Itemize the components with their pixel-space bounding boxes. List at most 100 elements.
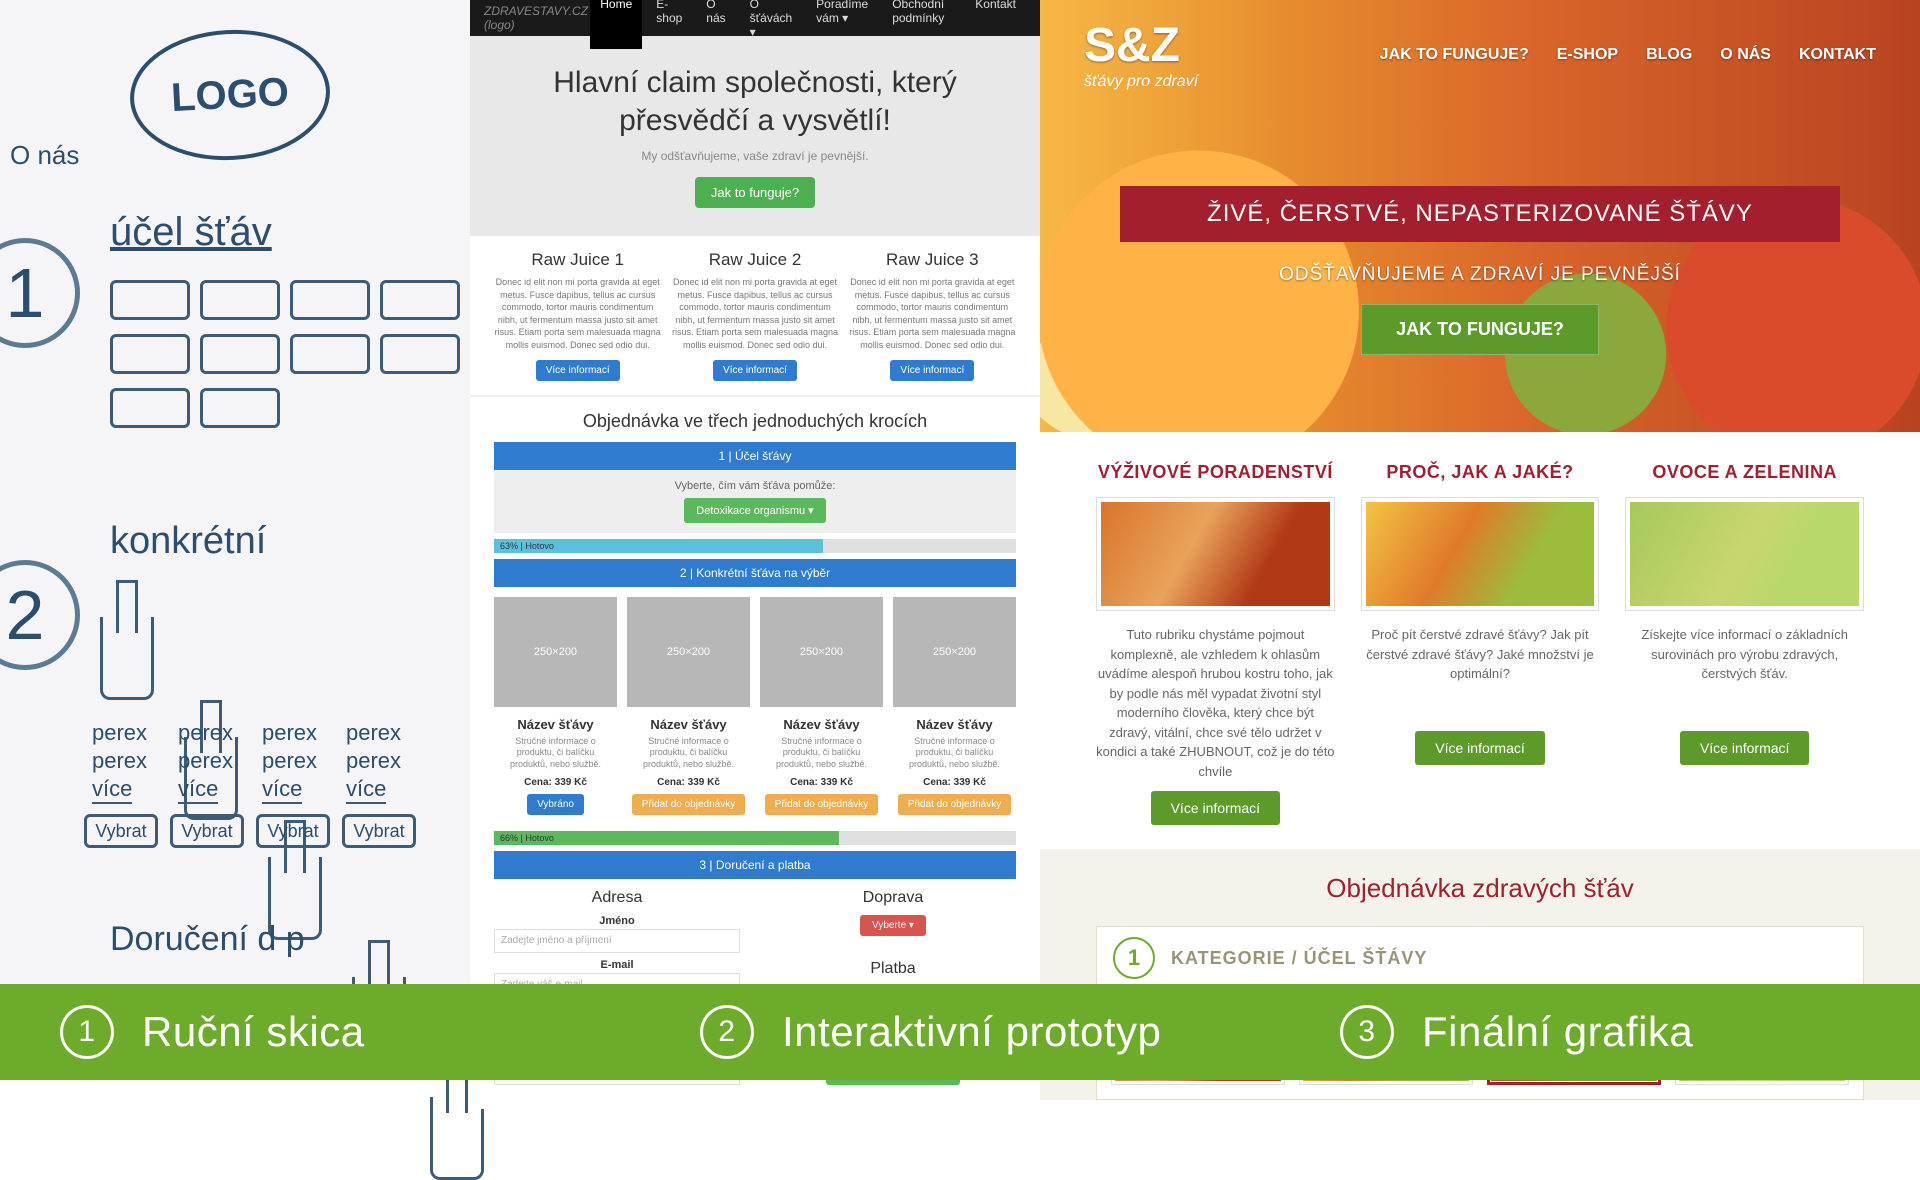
nav-eshop[interactable]: E-shop [646,0,692,49]
step-label: Ruční skica [142,1008,365,1056]
juice-title: Raw Juice 1 [494,250,661,270]
panel-sketch: LOGO O nás 1 účel šťáv 2 konkrétní perex… [0,0,470,984]
sketch-perex: perex [262,720,317,746]
address-title: Adresa [494,889,740,907]
sketch-num-1: 1 [0,238,80,348]
nav-juices[interactable]: O šťávách ▾ [740,0,803,49]
sketch-about: O nás [10,140,79,171]
step-number-icon: 1 [60,1005,114,1059]
col-thumb [1361,497,1600,611]
juice-desc: Donec id elit non mi porta gravida at eg… [494,276,661,352]
sketch-vybrat: Vybrat [170,814,244,848]
sketch-num-2: 2 [0,560,80,670]
col-title: OVOCE A ZELENINA [1625,462,1864,483]
order-title: Objednávka ve třech jednoduchých krocích [494,411,1016,432]
placeholder-image: 250×200 [760,597,883,707]
nav-contact[interactable]: Kontakt [965,0,1026,49]
juice-more-button[interactable]: Více informací [890,360,974,381]
sketch-box [290,334,370,374]
sketch-vice: více [346,776,386,804]
placeholder-image: 250×200 [627,597,750,707]
juice-card: 250×200 Název šťávy Stručné informace o … [494,597,617,815]
juice-more-button[interactable]: Více informací [713,360,797,381]
sketch-delivery: Doručení d p [110,920,305,959]
sketch-perex: perex [346,748,401,774]
card-price: Cena: 339 Kč [760,777,883,788]
process-footer: 1 Ruční skica 2 Interaktivní prototyp 3 … [0,984,1920,1080]
proto-subclaim: My odšťavňujeme, vaše zdraví je pevnější… [490,149,1020,163]
nav-terms[interactable]: Obchodní podmínky [882,0,961,49]
card-add-button[interactable]: Přidat do objednávky [765,794,878,815]
nav-eshop[interactable]: E-SHOP [1557,46,1618,64]
sketch-box [110,280,190,320]
card-add-button[interactable]: Přidat do objednávky [632,794,745,815]
juice-card: 250×200 Název šťávy Stručné informace o … [760,597,883,815]
hero-cta-button[interactable]: JAK TO FUNGUJE? [1361,304,1599,355]
order-step-num: 1 [1113,937,1155,979]
card-price: Cena: 339 Kč [893,777,1016,788]
nav-contact[interactable]: KONTAKT [1799,46,1876,64]
col-title: VÝŽIVOVÉ PORADENSTVÍ [1096,462,1335,483]
nav-blog[interactable]: BLOG [1646,46,1692,64]
card-price: Cena: 339 Kč [627,777,750,788]
juice-title: Raw Juice 2 [671,250,838,270]
label-name: Jméno [494,915,740,927]
col-more-button[interactable]: Více informací [1415,731,1544,765]
col-desc: Proč pít čerstvé zdravé šťávy? Jak pít č… [1361,625,1600,721]
proto-juice-row: Raw Juice 1 Donec id elit non mi porta gr… [470,236,1040,395]
card-name: Název šťávy [627,717,750,732]
step-number-icon: 3 [1340,1005,1394,1059]
col-title: PROČ, JAK A JAKÉ? [1361,462,1600,483]
input-name[interactable]: Zadejte jméno a příjmení [494,929,740,953]
sketch-vice: více [262,776,302,804]
logo-main: S&Z [1084,18,1198,73]
card-add-button[interactable]: Přidat do objednávky [898,794,1011,815]
sketch-box [290,280,370,320]
sketch-box [380,334,460,374]
sketch-box [200,334,280,374]
shipping-select[interactable]: Vyberte ▾ [860,915,926,936]
proto-hero: Hlavní claim společnosti, který přesvědč… [470,36,1040,236]
card-desc: Stručné informace o produktu, či balíčku… [627,736,750,771]
col-more-button[interactable]: Více informací [1151,791,1280,825]
progress-1: 63% | Hotovo [494,539,823,553]
card-price: Cena: 339 Kč [494,777,617,788]
step1-dropdown[interactable]: Detoxikace organismu ▾ [684,498,825,523]
nav-about[interactable]: O nás [696,0,735,49]
col-more-button[interactable]: Více informací [1680,731,1809,765]
card-select-button[interactable]: Vybráno [527,794,584,815]
step3-bar: 3 | Doručení a platba [494,851,1016,879]
step2-bar: 2 | Konkrétní šťáva na výběr [494,559,1016,587]
juice-card: 250×200 Název šťávy Stručné informace o … [627,597,750,815]
sketch-vice: více [178,776,218,804]
col-desc: Tuto rubriku chystáme pojmout komplexně,… [1096,625,1335,781]
final-three-cols: VÝŽIVOVÉ PORADENSTVÍ Tuto rubriku chystá… [1040,432,1920,849]
card-desc: Stručné informace o produktu, či balíčku… [760,736,883,771]
order-step-title: KATEGORIE / ÚČEL ŠŤÁVY [1171,948,1427,969]
order-title: Objednávka zdravých šťáv [1096,873,1864,904]
nav-home[interactable]: Home [590,0,642,49]
panel-final: S&Z šťávy pro zdraví JAK TO FUNGUJE? E-S… [1040,0,1920,984]
footer-step-1: 1 Ruční skica [0,984,640,1080]
payment-title: Platba [770,960,1016,978]
step-label: Interaktivní prototyp [782,1008,1161,1056]
footer-step-3: 3 Finální grafika [1280,984,1920,1080]
step1-bar: 1 | Účel šťávy [494,442,1016,470]
nav-about[interactable]: O NÁS [1720,46,1771,64]
sketch-perex: perex [92,748,147,774]
step-label: Finální grafika [1422,1008,1693,1056]
col-desc: Získejte více informací o základních sur… [1625,625,1864,721]
panel-prototype: ZDRAVESTAVY.CZ (logo) Home E-shop O nás … [470,0,1040,984]
final-hero: S&Z šťávy pro zdraví JAK TO FUNGUJE? E-S… [1040,0,1920,432]
hero-red-band: ŽIVÉ, ČERSTVÉ, NEPASTERIZOVANÉ ŠŤÁVY [1120,186,1840,242]
proto-hero-cta[interactable]: Jak to funguje? [695,177,815,208]
placeholder-image: 250×200 [893,597,1016,707]
sketch-vybrat: Vybrat [84,814,158,848]
shipping-title: Doprava [770,889,1016,907]
juice-more-button[interactable]: Více informací [536,360,620,381]
nav-how[interactable]: JAK TO FUNGUJE? [1380,46,1529,64]
nav-advice[interactable]: Poradíme vám ▾ [806,0,878,49]
card-desc: Stručné informace o produktu, či balíčku… [893,736,1016,771]
card-desc: Stručné informace o produktu, či balíčku… [494,736,617,771]
proto-claim: Hlavní claim společnosti, který přesvědč… [490,64,1020,139]
